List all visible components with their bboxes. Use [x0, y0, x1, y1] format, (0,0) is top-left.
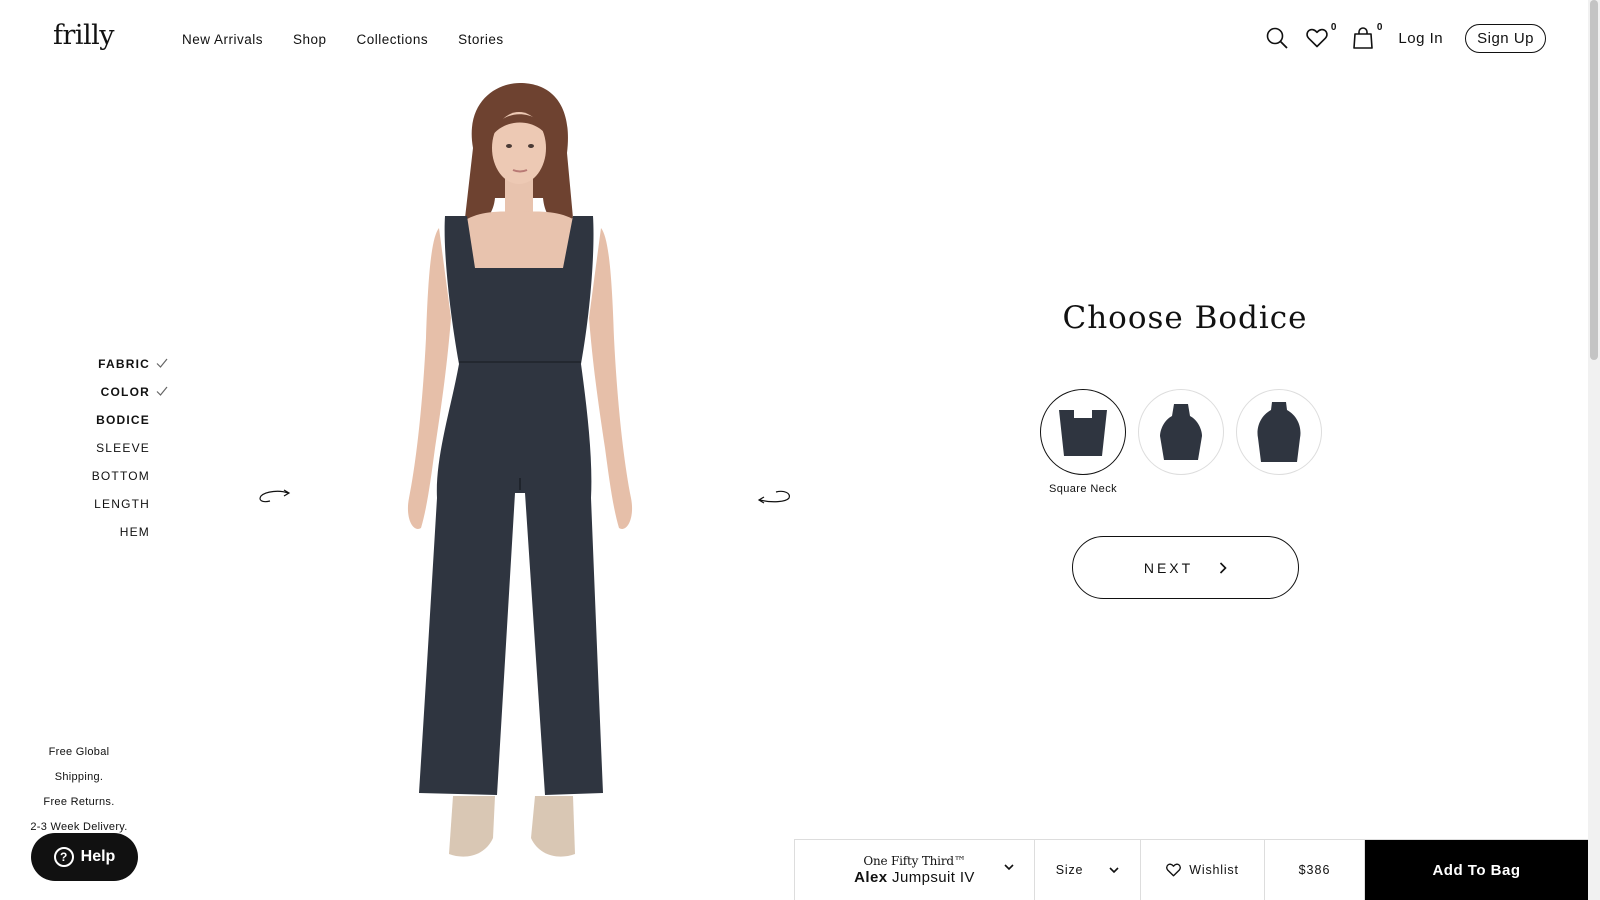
product-name-rest: Jumpsuit IV [892, 869, 975, 886]
step-sleeve[interactable]: SLEEVE [0, 434, 176, 462]
bodice-options: Square Neck [1040, 389, 1322, 495]
question-icon: ? [53, 847, 74, 867]
step-label: BOTTOM [91, 469, 150, 483]
login-link[interactable]: Log In [1398, 30, 1443, 47]
step-hem[interactable]: HEM [0, 518, 176, 546]
wishlist-count: 0 [1330, 22, 1337, 33]
option-thumbnail [1236, 389, 1322, 475]
heart-icon [1166, 863, 1182, 877]
frilly-logo[interactable]: frilly [53, 20, 115, 51]
wishlist-heart-icon[interactable]: 0 [1304, 22, 1336, 53]
purchase-bar: One Fifty Third™ Alex Jumpsuit IV Size W… [794, 839, 1588, 900]
shipping-info: Free Global Shipping. Free Returns. 2-3 … [24, 740, 134, 840]
main-nav: New Arrivals Shop Collections Stories [182, 32, 504, 47]
product-brand: One Fifty Third™ [863, 854, 966, 868]
signup-button[interactable]: Sign Up [1465, 23, 1546, 53]
check-icon [156, 358, 168, 368]
next-button[interactable]: NEXT [1072, 536, 1299, 599]
bag-icon[interactable]: 0 [1350, 22, 1382, 53]
nav-collections[interactable]: Collections [357, 32, 429, 47]
customization-steps: FABRIC COLOR BODICE SLEEVE BOTTOM LENGTH… [0, 350, 176, 546]
step-label: FABRIC [98, 357, 150, 371]
chevron-right-icon [1220, 561, 1227, 574]
page-scrollbar[interactable] [1588, 0, 1600, 900]
bag-count: 0 [1376, 22, 1383, 33]
size-label: Size [1055, 863, 1084, 877]
bodice-option-square-neck[interactable]: Square Neck [1040, 389, 1126, 495]
next-label: NEXT [1143, 559, 1194, 576]
shipping-line: Free Global Shipping. [48, 746, 110, 783]
model-preview-image [407, 83, 633, 857]
rotate-left-icon[interactable] [258, 488, 294, 510]
step-label: BODICE [96, 413, 150, 427]
step-label: COLOR [100, 385, 150, 399]
returns-line: Free Returns. [43, 796, 115, 808]
halter-bodice-icon [1160, 404, 1202, 460]
step-bottom[interactable]: BOTTOM [0, 462, 176, 490]
step-label: HEM [119, 525, 150, 539]
product-name-bold: Alex [854, 869, 888, 886]
nav-stories[interactable]: Stories [458, 32, 504, 47]
nav-new-arrivals[interactable]: New Arrivals [182, 32, 263, 47]
header-actions: 0 0 Log In Sign Up [1264, 22, 1546, 53]
step-color[interactable]: COLOR [0, 378, 176, 406]
wishlist-label: Wishlist [1189, 863, 1239, 877]
step-label: LENGTH [94, 497, 150, 511]
help-label: Help [80, 848, 116, 865]
turtleneck-bodice-icon [1257, 402, 1301, 462]
product-name: Alex Jumpsuit IV [854, 869, 975, 886]
rotate-right-icon[interactable] [756, 487, 792, 509]
option-label: Square Neck [1049, 483, 1117, 495]
step-fabric[interactable]: FABRIC [0, 350, 176, 378]
square-neck-bodice-icon [1059, 410, 1107, 456]
step-bodice[interactable]: BODICE [0, 406, 176, 434]
bodice-option-halter[interactable] [1138, 389, 1224, 495]
product-selector[interactable]: One Fifty Third™ Alex Jumpsuit IV [795, 840, 1035, 900]
bodice-option-turtleneck[interactable] [1236, 389, 1322, 495]
wishlist-button[interactable]: Wishlist [1141, 840, 1265, 900]
price: $386 [1265, 840, 1365, 900]
size-selector[interactable]: Size [1035, 840, 1141, 900]
step-label: SLEEVE [96, 441, 150, 455]
nav-shop[interactable]: Shop [293, 32, 327, 47]
chevron-down-icon [1004, 864, 1014, 871]
option-thumbnail [1138, 389, 1224, 475]
chevron-down-icon [1109, 866, 1119, 873]
add-to-bag-button[interactable]: Add To Bag [1365, 840, 1588, 900]
check-icon [156, 386, 168, 396]
step-length[interactable]: LENGTH [0, 490, 176, 518]
choose-bodice-title: Choose Bodice [1062, 300, 1308, 336]
help-button[interactable]: ? Help [31, 833, 138, 881]
scrollbar-thumb[interactable] [1590, 0, 1598, 360]
search-icon[interactable] [1264, 23, 1290, 53]
option-thumbnail [1040, 389, 1126, 475]
